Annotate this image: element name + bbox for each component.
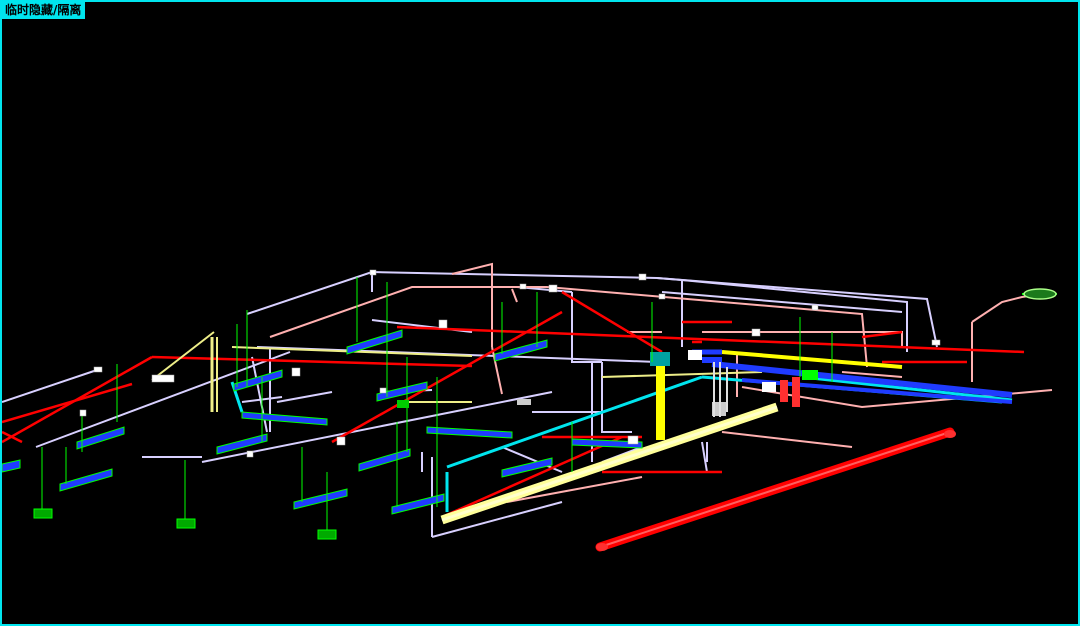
3d-model-viewport[interactable]: 临时隐藏/隔离 [0,0,1080,626]
fire-main-pipes [2,290,1025,519]
mode-label[interactable]: 临时隐藏/隔离 [2,2,86,19]
sprinkler-head-icon [79,269,941,458]
support-base-icon [33,288,1057,540]
pipe-model-canvas[interactable] [2,2,1078,624]
yellow-riser [650,352,670,440]
